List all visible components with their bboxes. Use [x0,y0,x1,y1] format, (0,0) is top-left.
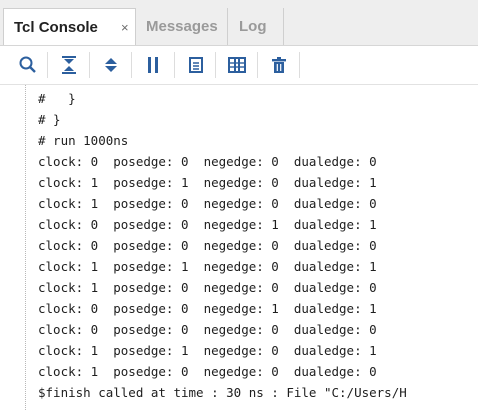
tab-messages[interactable]: Messages [136,8,228,45]
console-line: clock: 1 posedge: 0 negedge: 0 dualedge:… [38,364,377,379]
toolbar-separator [131,52,132,78]
console-output[interactable]: # } # } # run 1000ns clock: 0 posedge: 0… [0,85,478,410]
toolbar-separator [89,52,90,78]
tab-label: Tcl Console [14,19,98,36]
console-line: clock: 0 posedge: 0 negedge: 0 dualedge:… [38,238,377,253]
collapse-all-icon[interactable] [59,55,79,75]
expand-all-icon[interactable] [101,55,121,75]
console-line: $finish called at time : 30 ns : File "C… [38,385,407,400]
toolbar-separator [215,52,216,78]
trash-icon[interactable] [269,55,289,75]
tab-label: Log [239,18,267,35]
console-line: clock: 1 posedge: 1 negedge: 0 dualedge:… [38,175,377,190]
console-line: clock: 1 posedge: 0 negedge: 0 dualedge:… [38,280,377,295]
console-line: clock: 1 posedge: 1 negedge: 0 dualedge:… [38,343,377,358]
console-line: # } [38,112,61,127]
tab-label: Messages [146,18,218,35]
pause-icon[interactable] [143,55,163,75]
console-line: clock: 0 posedge: 0 negedge: 0 dualedge:… [38,154,377,169]
columns-icon[interactable] [227,55,247,75]
console-line: clock: 0 posedge: 0 negedge: 1 dualedge:… [38,217,377,232]
console-line: # } [38,91,76,106]
console-line: clock: 0 posedge: 0 negedge: 0 dualedge:… [38,322,377,337]
tab-bar: Tcl Console × Messages Log [0,0,478,46]
copy-icon[interactable] [186,55,206,75]
search-icon[interactable] [18,55,38,75]
close-icon[interactable]: × [121,21,129,35]
toolbar-separator [299,52,300,78]
console-line: clock: 1 posedge: 1 negedge: 0 dualedge:… [38,259,377,274]
toolbar-separator [47,52,48,78]
tab-log[interactable]: Log [229,8,284,45]
indent-guide [25,85,27,410]
console-line: clock: 0 posedge: 0 negedge: 1 dualedge:… [38,301,377,316]
tab-tcl-console[interactable]: Tcl Console × [3,8,136,45]
toolbar [0,46,478,85]
toolbar-separator [257,52,258,78]
console-line: # run 1000ns [38,133,129,148]
console-line: clock: 1 posedge: 0 negedge: 0 dualedge:… [38,196,377,211]
toolbar-separator [174,52,175,78]
